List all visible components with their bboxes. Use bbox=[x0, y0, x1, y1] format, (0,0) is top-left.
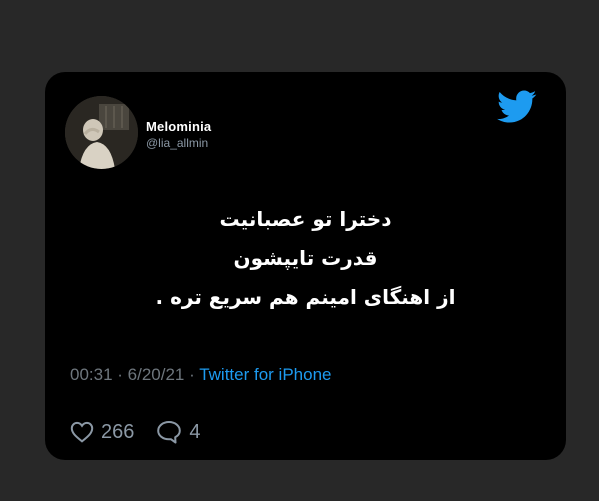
tweet-time[interactable]: 00:31 bbox=[70, 365, 113, 384]
speech-bubble-icon bbox=[157, 421, 182, 444]
like-count: 266 bbox=[101, 420, 135, 443]
tweet-text-line: از اهنگای امینم هم سریع تره . bbox=[155, 285, 456, 309]
tweet-text: دخترا تو عصبانیت قدرت تایپشون از اهنگای … bbox=[65, 200, 546, 317]
reply-button[interactable]: 4 bbox=[156, 420, 201, 444]
avatar[interactable] bbox=[65, 96, 138, 169]
like-button[interactable]: 266 bbox=[70, 421, 156, 444]
tweet-card[interactable]: Melominia @lia_allmin دخترا تو عصبانیت ق… bbox=[45, 72, 566, 460]
tweet-source-link[interactable]: Twitter for iPhone bbox=[199, 365, 331, 384]
twitter-bird-icon bbox=[497, 90, 537, 123]
reply-count: 4 bbox=[189, 420, 201, 443]
tweet-actions: 266 4 bbox=[70, 420, 201, 444]
meta-separator: · bbox=[112, 365, 128, 384]
user-handle[interactable]: @lia_allmin bbox=[146, 136, 208, 150]
display-name[interactable]: Melominia bbox=[146, 119, 211, 134]
avatar-image bbox=[65, 96, 138, 169]
meta-separator: · bbox=[184, 365, 200, 384]
tweet-text-line: دخترا تو عصبانیت bbox=[219, 207, 392, 231]
tweet-date[interactable]: 6/20/21 bbox=[128, 365, 185, 384]
tweet-text-line: قدرت تایپشون bbox=[233, 246, 378, 270]
tweet-metadata: 00:31 · 6/20/21 · Twitter for iPhone bbox=[70, 365, 331, 385]
heart-outline-icon bbox=[70, 421, 94, 443]
